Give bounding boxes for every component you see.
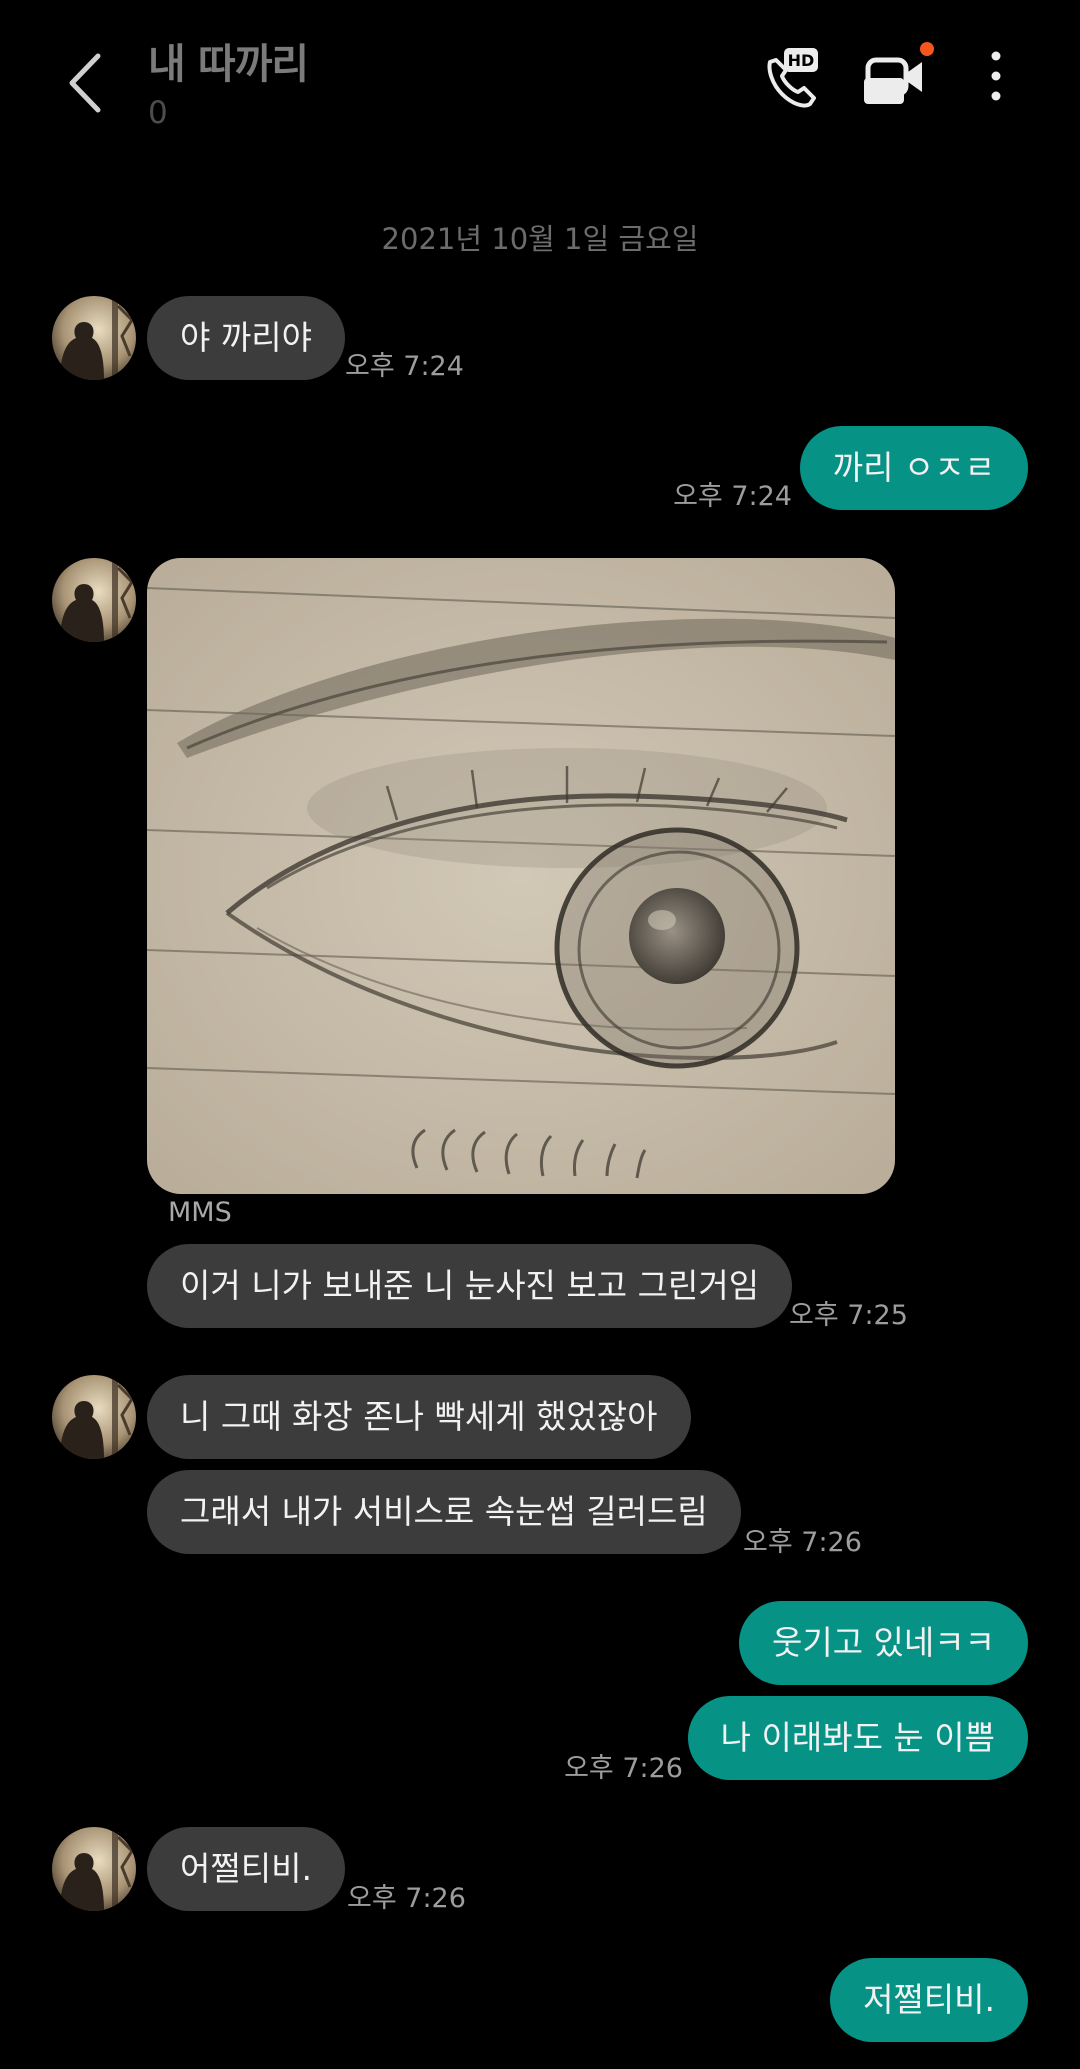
more-options-icon[interactable] xyxy=(982,48,1010,104)
contact-avatar[interactable] xyxy=(52,1827,136,1911)
chat-header: 내 따까리 0 HD xyxy=(0,0,1080,160)
contact-avatar[interactable] xyxy=(52,558,136,642)
eye-sketch-drawing xyxy=(147,558,895,1194)
svg-text:HD: HD xyxy=(788,51,815,70)
message-time: 오후 7:26 xyxy=(347,1883,466,1914)
mms-image-eye-sketch[interactable] xyxy=(147,558,895,1194)
outgoing-message[interactable]: 저쩔티비. xyxy=(830,1958,1028,2042)
mms-label: MMS xyxy=(168,1197,232,1228)
incoming-message[interactable]: 이거 니가 보내준 니 눈사진 보고 그린거임 xyxy=(147,1244,793,1328)
contact-number: 0 xyxy=(148,95,168,131)
notification-dot xyxy=(920,42,934,56)
incoming-message[interactable]: 어쩔티비. xyxy=(147,1827,345,1911)
date-divider: 2021년 10월 1일 금요일 xyxy=(381,222,699,256)
incoming-message[interactable]: 그래서 내가 서비스로 속눈썹 길러드림 xyxy=(147,1470,741,1554)
message-time: 오후 7:26 xyxy=(564,1753,683,1784)
message-time: 오후 7:24 xyxy=(673,481,792,512)
contact-name[interactable]: 내 따까리 xyxy=(148,30,309,90)
outgoing-message[interactable]: 나 이래봐도 눈 이쁨 xyxy=(687,1696,1028,1780)
message-time: 오후 7:24 xyxy=(345,351,464,382)
outgoing-message[interactable]: 까리 ㅇㅈㄹ xyxy=(799,426,1028,510)
outgoing-message[interactable]: 웃기고 있네ㅋㅋ xyxy=(738,1601,1028,1685)
hd-voice-call-icon[interactable]: HD xyxy=(762,48,818,108)
incoming-message[interactable]: 야 까리야 xyxy=(147,296,345,380)
back-arrow-icon[interactable] xyxy=(62,50,112,116)
message-time: 오후 7:26 xyxy=(743,1527,862,1558)
incoming-message[interactable]: 니 그때 화장 존나 빡세게 했었잖아 xyxy=(147,1375,691,1459)
contact-avatar[interactable] xyxy=(52,296,136,380)
message-time: 오후 7:25 xyxy=(789,1300,908,1331)
video-call-icon[interactable] xyxy=(864,48,926,104)
contact-avatar[interactable] xyxy=(52,1375,136,1459)
